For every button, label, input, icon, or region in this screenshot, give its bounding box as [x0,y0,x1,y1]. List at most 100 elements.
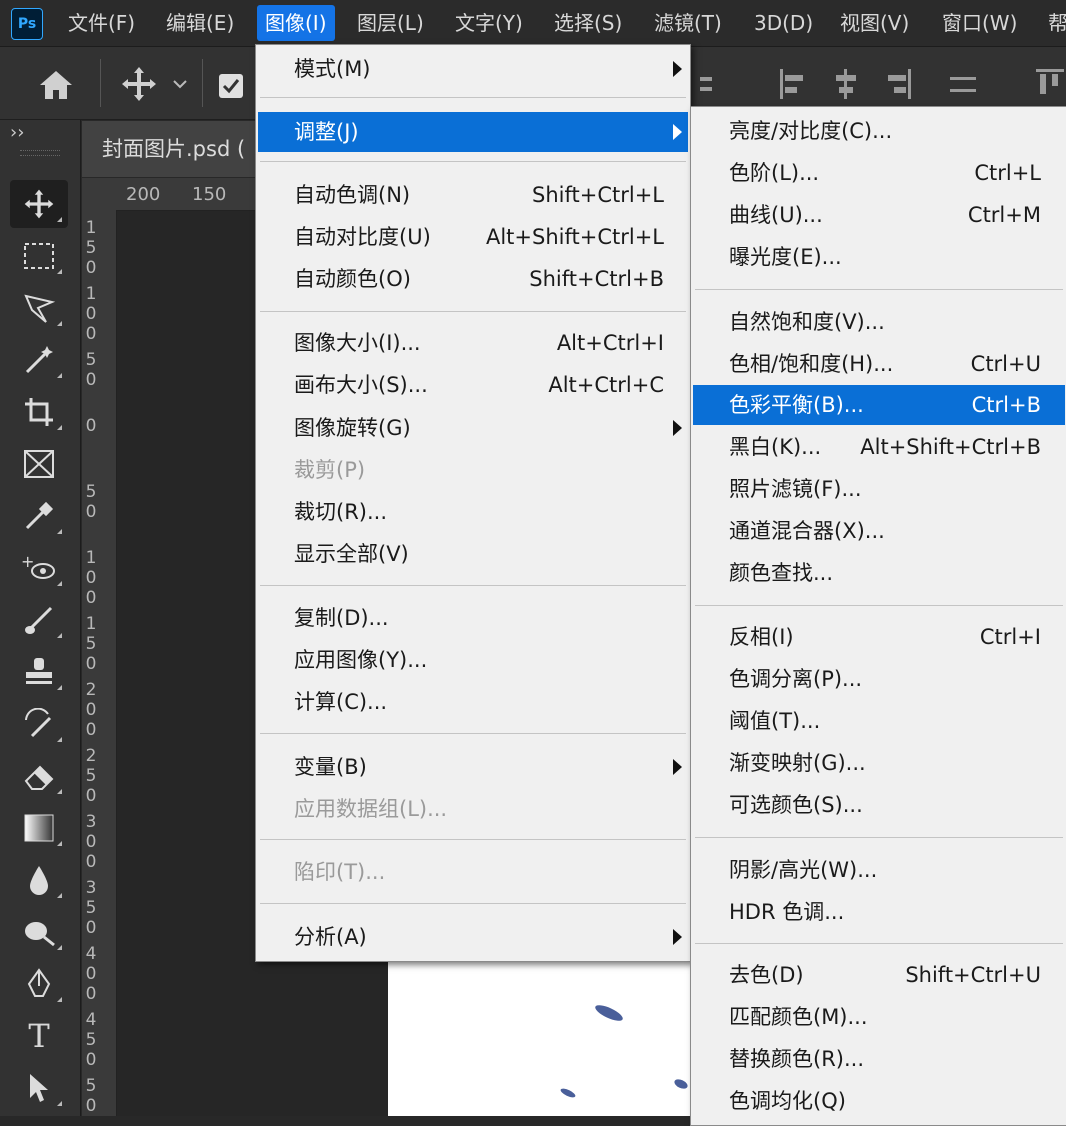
menu-view[interactable]: 视图(V) [832,5,917,41]
menu-item-replace-color[interactable]: 替换颜色(R)... [693,1039,1065,1079]
crop-tool-icon[interactable] [10,388,68,436]
menu-item-exposure[interactable]: 曝光度(E)... [693,237,1065,277]
tools-panel: ›› + T [0,120,81,1116]
distribute-icon[interactable] [946,67,980,101]
move-tool-icon[interactable] [10,180,68,228]
menu-item-shadows-highlights[interactable]: 阴影/高光(W)... [693,850,1065,890]
home-icon[interactable] [38,69,74,101]
menu-item-apply-data-set[interactable]: 应用数据组(L)... [258,789,688,829]
menu-item-gradient-map[interactable]: 渐变映射(G)... [693,743,1065,783]
document-tab[interactable]: 封面图片.psd ( [82,121,262,177]
menu-item-auto-color[interactable]: 自动颜色(O) Shift+Ctrl+B [258,259,688,299]
menu-divider [695,289,1063,290]
menu-item-color-balance[interactable]: 色彩平衡(B)... Ctrl+B [693,385,1065,425]
menu-item-image-size[interactable]: 图像大小(I)... Alt+Ctrl+I [258,323,688,363]
menu-item-apply-image[interactable]: 应用图像(Y)... [258,640,688,680]
menu-item-photo-filter[interactable]: 照片滤镜(F)... [693,469,1065,509]
menu-item-reveal-all[interactable]: 显示全部(V) [258,534,688,574]
horizontal-ruler[interactable]: 200 150 [82,178,262,211]
menu-item-channel-mixer[interactable]: 通道混合器(X)... [693,511,1065,551]
menu-type[interactable]: 文字(Y) [447,5,531,41]
menu-item-black-white[interactable]: 黑白(K)... Alt+Shift+Ctrl+B [693,427,1065,467]
menu-item-crop[interactable]: 裁剪(P) [258,450,688,490]
align-left-icon[interactable] [778,67,810,101]
ruler-label: 100 [85,284,97,344]
vertical-ruler[interactable]: 150 100 50 0 50 100 150 200 250 300 350 … [82,210,117,1116]
eyedropper-icon[interactable] [10,492,68,540]
checkbox-icon[interactable] [218,73,244,99]
image-detail [593,1002,625,1024]
menu-item-image-rotation[interactable]: 图像旋转(G) [258,408,688,448]
menu-image[interactable]: 图像(I) [257,5,335,41]
menu-item-duplicate[interactable]: 复制(D)... [258,598,688,638]
lasso-tool-icon[interactable] [10,284,68,332]
menu-divider [695,605,1063,606]
menu-item-auto-contrast[interactable]: 自动对比度(U) Alt+Shift+Ctrl+L [258,217,688,257]
menu-item-trap[interactable]: 陷印(T)... [258,852,688,892]
menu-item-auto-tone[interactable]: 自动色调(N) Shift+Ctrl+L [258,175,688,215]
menu-item-posterize[interactable]: 色调分离(P)... [693,659,1065,699]
menu-item-invert[interactable]: 反相(I) Ctrl+I [693,617,1065,657]
type-tool-icon[interactable]: T [10,1012,68,1060]
brush-tool-icon[interactable] [10,596,68,644]
menu-item-adjustments[interactable]: 调整(J) [258,112,688,152]
submenu-arrow-icon [673,929,682,945]
menu-help[interactable]: 帮 [1040,5,1066,41]
chevron-down-icon[interactable] [172,79,188,89]
menu-item-vibrance[interactable]: 自然饱和度(V)... [693,302,1065,342]
marquee-tool-icon[interactable] [10,232,68,280]
move-icon[interactable] [120,65,158,103]
menu-item-match-color[interactable]: 匹配颜色(M)... [693,997,1065,1037]
menu-item-analysis[interactable]: 分析(A) [258,917,688,957]
menu-item-hue-saturation[interactable]: 色相/饱和度(H)... Ctrl+U [693,344,1065,384]
ruler-label: 250 [85,746,97,806]
menu-filter[interactable]: 滤镜(T) [646,5,730,41]
ruler-label: 50 [85,1076,97,1116]
menu-divider [260,903,686,904]
pen-tool-icon[interactable] [10,960,68,1008]
dodge-tool-icon[interactable] [10,908,68,956]
panel-grip[interactable] [20,150,60,156]
menu-layer[interactable]: 图层(L) [349,5,432,41]
menu-item-equalize[interactable]: 色调均化(Q) [693,1081,1065,1121]
submenu-arrow-icon [673,759,682,775]
menu-edit[interactable]: 编辑(E) [158,5,242,41]
menu-item-color-lookup[interactable]: 颜色查找... [693,553,1065,593]
ruler-label: 200 [126,184,161,205]
menu-file[interactable]: 文件(F) [60,5,143,41]
frame-tool-icon[interactable] [10,440,68,488]
clone-stamp-icon[interactable] [10,648,68,696]
history-brush-icon[interactable] [10,700,68,748]
menu-item-mode[interactable]: 模式(M) [258,49,688,89]
menu-3d[interactable]: 3D(D) [746,5,821,41]
ruler-label: 0 [85,416,97,436]
gradient-tool-icon[interactable] [10,804,68,852]
eraser-icon[interactable] [10,752,68,800]
align-center-h-icon[interactable] [830,67,862,101]
magic-wand-icon[interactable] [10,336,68,384]
align-partial-icon[interactable] [700,67,716,101]
path-select-icon[interactable] [10,1064,68,1112]
menu-item-trim[interactable]: 裁切(R)... [258,492,688,532]
collapse-panel-icon[interactable]: ›› [10,122,24,143]
menu-window[interactable]: 窗口(W) [934,5,1025,41]
menu-item-curves[interactable]: 曲线(U)... Ctrl+M [693,195,1065,235]
menu-item-desaturate[interactable]: 去色(D) Shift+Ctrl+U [693,955,1065,995]
ruler-label: 150 [85,218,97,278]
menu-item-variables[interactable]: 变量(B) [258,747,688,787]
menu-item-threshold[interactable]: 阈值(T)... [693,701,1065,741]
healing-brush-icon[interactable]: + [10,544,68,592]
menu-item-selective-color[interactable]: 可选颜色(S)... [693,785,1065,825]
ruler-label: 100 [85,548,97,608]
menu-item-levels[interactable]: 色阶(L)... Ctrl+L [693,153,1065,193]
align-top-icon[interactable] [1034,67,1066,101]
menu-divider [695,837,1063,838]
menu-item-calculations[interactable]: 计算(C)... [258,682,688,722]
align-right-icon[interactable] [882,67,914,101]
menu-item-brightness-contrast[interactable]: 亮度/对比度(C)... [693,111,1065,151]
menu-select[interactable]: 选择(S) [546,5,630,41]
menu-item-hdr-toning[interactable]: HDR 色调... [693,892,1065,932]
menu-item-canvas-size[interactable]: 画布大小(S)... Alt+Ctrl+C [258,365,688,405]
blur-tool-icon[interactable] [10,856,68,904]
ruler-label: 200 [85,680,97,740]
